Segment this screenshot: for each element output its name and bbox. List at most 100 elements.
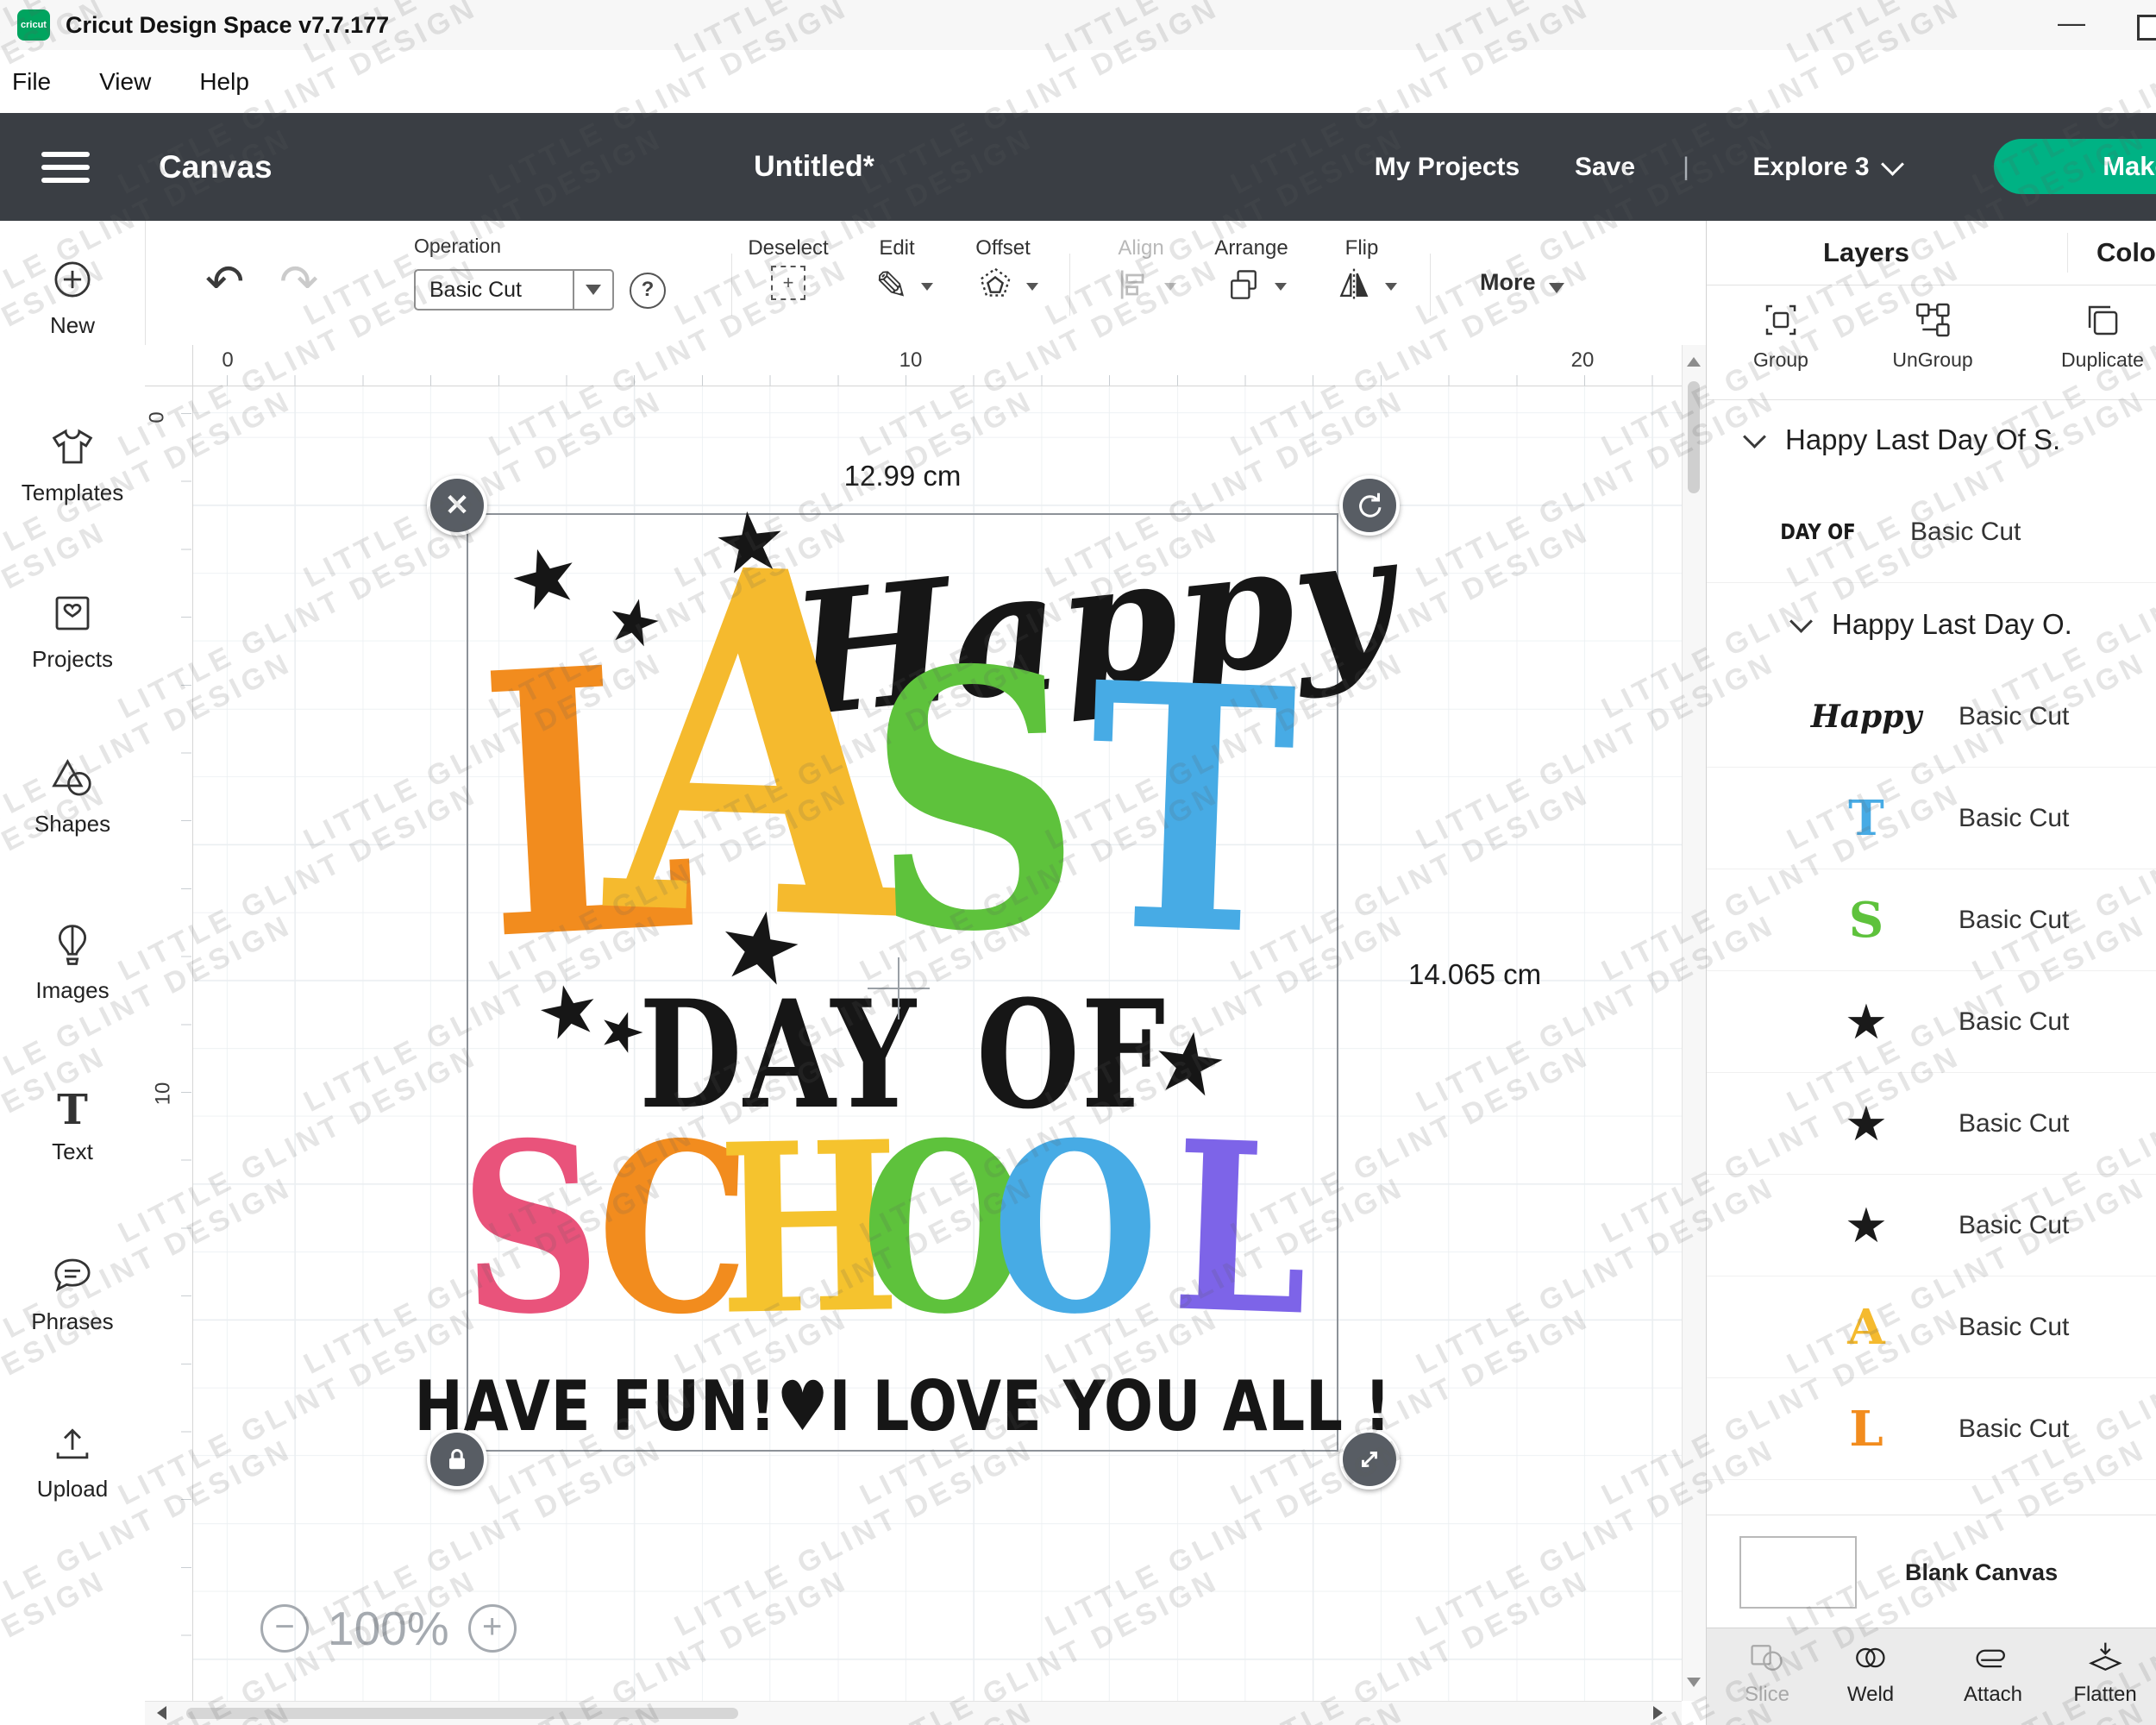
chevron-down-icon[interactable] — [1789, 610, 1813, 633]
attach-button[interactable]: Attach — [1964, 1639, 2022, 1707]
zoom-out-button[interactable]: − — [260, 1604, 309, 1653]
slice-button: Slice — [1745, 1639, 1789, 1707]
restore-button[interactable] — [2137, 15, 2156, 41]
chevron-down-icon[interactable] — [1881, 153, 1904, 176]
phrases-icon — [49, 1252, 96, 1303]
help-button[interactable]: ? — [630, 273, 666, 309]
vertical-scroll-thumb[interactable] — [1688, 381, 1700, 493]
design-canvas[interactable]: 12.99 cm 14.065 cm Happy DAY OF HAVE FUN… — [193, 386, 1682, 1701]
sidebar-item-label: Text — [52, 1138, 93, 1165]
sidebar-item-phrases[interactable]: Phrases — [0, 1252, 145, 1366]
layer-operation-label: Basic Cut — [1959, 1414, 2069, 1444]
minimize-button[interactable]: — — [2046, 0, 2097, 50]
operation-select[interactable]: Basic Cut — [414, 269, 614, 310]
duplicate-label: Duplicate — [2061, 348, 2144, 372]
duplicate-button[interactable]: Duplicate — [2061, 299, 2144, 372]
chevron-down-icon — [1164, 283, 1176, 291]
resize-handle[interactable] — [1339, 1429, 1400, 1490]
undo-icon[interactable]: ↶ — [205, 259, 244, 305]
layer-row[interactable]: TBasic Cut — [1707, 768, 2156, 869]
pencil-icon[interactable]: ✎ — [875, 266, 909, 305]
explore-machine-selector[interactable]: Explore 3 — [1752, 113, 1869, 221]
toolbar-separator — [1430, 254, 1431, 316]
tab-layers[interactable]: Layers — [1823, 221, 1909, 285]
delete-handle[interactable]: ✕ — [427, 475, 487, 536]
menu-view[interactable]: View — [99, 50, 151, 113]
sidebar-item-projects[interactable]: Projects — [0, 590, 145, 704]
vertical-scrollbar[interactable] — [1682, 345, 1706, 1701]
chevron-down-icon[interactable] — [1385, 283, 1397, 291]
sidebar-item-images[interactable]: Images — [0, 921, 145, 1035]
layer-row[interactable]: ABasic Cut — [1707, 1276, 2156, 1378]
make-button[interactable]: Make — [1994, 139, 2156, 194]
menu-help[interactable]: Help — [199, 50, 249, 113]
blank-canvas-row[interactable]: Blank Canvas — [1707, 1515, 2156, 1629]
scroll-down-arrow[interactable] — [1687, 1678, 1701, 1687]
deselect-icon[interactable]: + — [771, 266, 805, 300]
lock-handle[interactable] — [427, 1429, 487, 1490]
zoom-in-button[interactable]: + — [468, 1604, 517, 1653]
sidebar-item-label: Phrases — [31, 1308, 113, 1335]
flip-icon[interactable] — [1335, 266, 1373, 308]
offset-icon[interactable] — [975, 266, 1015, 310]
layer-row[interactable]: LBasic Cut — [1707, 1378, 2156, 1480]
group-button[interactable]: Group — [1753, 299, 1808, 372]
flatten-button[interactable]: Flatten — [2073, 1639, 2136, 1707]
edit-toolbar: ↶ ↷ Operation Basic Cut ? Deselect + Edi… — [145, 221, 1711, 346]
zoom-widget: − 100% + — [260, 1601, 517, 1656]
layer-row[interactable]: SBasic Cut — [1707, 869, 2156, 971]
scroll-left-arrow[interactable] — [157, 1706, 166, 1720]
layer-operation-label: Basic Cut — [1959, 1313, 2069, 1342]
cricut-logo: cricut — [17, 9, 50, 41]
layer-row[interactable]: HappyBasic Cut — [1707, 666, 2156, 768]
sidebar-item-shapes[interactable]: Shapes — [0, 755, 145, 869]
layer-group-row[interactable]: Happy Last Day Of S. — [1707, 398, 2156, 481]
rotate-handle[interactable] — [1339, 475, 1400, 536]
layer-operation-label: Basic Cut — [1959, 906, 2069, 935]
align-icon — [1114, 266, 1152, 308]
layer-group-row[interactable]: Happy Last Day O. — [1707, 583, 2156, 666]
arrange-icon[interactable] — [1225, 266, 1263, 308]
layer-row[interactable]: ★Basic Cut — [1707, 1073, 2156, 1175]
flatten-label: Flatten — [2073, 1683, 2136, 1707]
save-button[interactable]: Save — [1575, 113, 1635, 221]
layer-thumbnail: ★ — [1810, 998, 1922, 1046]
ungroup-button[interactable]: UnGroup — [1892, 299, 1972, 372]
menu-file[interactable]: File — [12, 50, 51, 113]
flip-label: Flip — [1345, 236, 1379, 260]
chevron-down-icon[interactable] — [921, 283, 933, 291]
my-projects-link[interactable]: My Projects — [1375, 113, 1520, 221]
operation-select-chevron[interactable] — [573, 271, 612, 309]
layer-row[interactable]: DAY OFBasic Cut — [1707, 481, 2156, 583]
design-star-icon: ★ — [1146, 1017, 1233, 1111]
chevron-down-icon[interactable] — [1026, 283, 1038, 291]
operation-label: Operation — [414, 235, 501, 258]
ruler-corner — [145, 345, 193, 386]
more-button[interactable]: More — [1480, 269, 1536, 296]
scroll-right-arrow[interactable] — [1653, 1706, 1663, 1720]
weld-label: Weld — [1847, 1683, 1894, 1707]
sidebar-item-upload[interactable]: Upload — [0, 1420, 145, 1534]
document-title[interactable]: Untitled* — [754, 113, 874, 221]
horizontal-scrollbar[interactable] — [145, 1701, 1682, 1725]
hamburger-menu-icon[interactable] — [41, 152, 90, 191]
chevron-down-icon[interactable] — [1549, 283, 1564, 293]
weld-button[interactable]: Weld — [1847, 1639, 1894, 1707]
layer-row[interactable]: ★Basic Cut — [1707, 971, 2156, 1073]
sidebar-item-new[interactable]: New — [0, 256, 145, 370]
design-school-letter-O: O — [990, 1110, 1161, 1346]
selection-height-label: 14.065 cm — [1408, 958, 1541, 991]
layer-row[interactable]: ★Basic Cut — [1707, 1175, 2156, 1276]
horizontal-scroll-thumb[interactable] — [186, 1708, 738, 1719]
selection-bounding-box[interactable]: 12.99 cm 14.065 cm Happy DAY OF HAVE FUN… — [467, 513, 1338, 1452]
images-icon — [49, 921, 96, 972]
scroll-up-arrow[interactable] — [1687, 357, 1701, 367]
deselect-label: Deselect — [748, 236, 828, 260]
blank-canvas-swatch[interactable] — [1739, 1536, 1857, 1609]
chevron-down-icon[interactable] — [1275, 283, 1287, 291]
chevron-down-icon[interactable] — [1743, 425, 1766, 448]
sidebar-item-text[interactable]: TText — [0, 1087, 145, 1201]
sidebar-item-templates[interactable]: Templates — [0, 423, 145, 537]
tab-color-sync[interactable]: Colo — [2096, 221, 2156, 285]
design-last-letter-T: T — [1082, 638, 1299, 982]
